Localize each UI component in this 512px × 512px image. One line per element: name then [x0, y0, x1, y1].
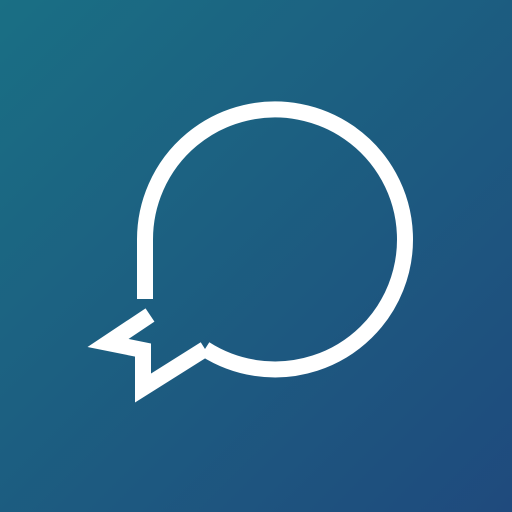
app-icon	[0, 0, 512, 512]
icon-background	[0, 0, 512, 512]
app-icon-canvas	[0, 0, 512, 512]
